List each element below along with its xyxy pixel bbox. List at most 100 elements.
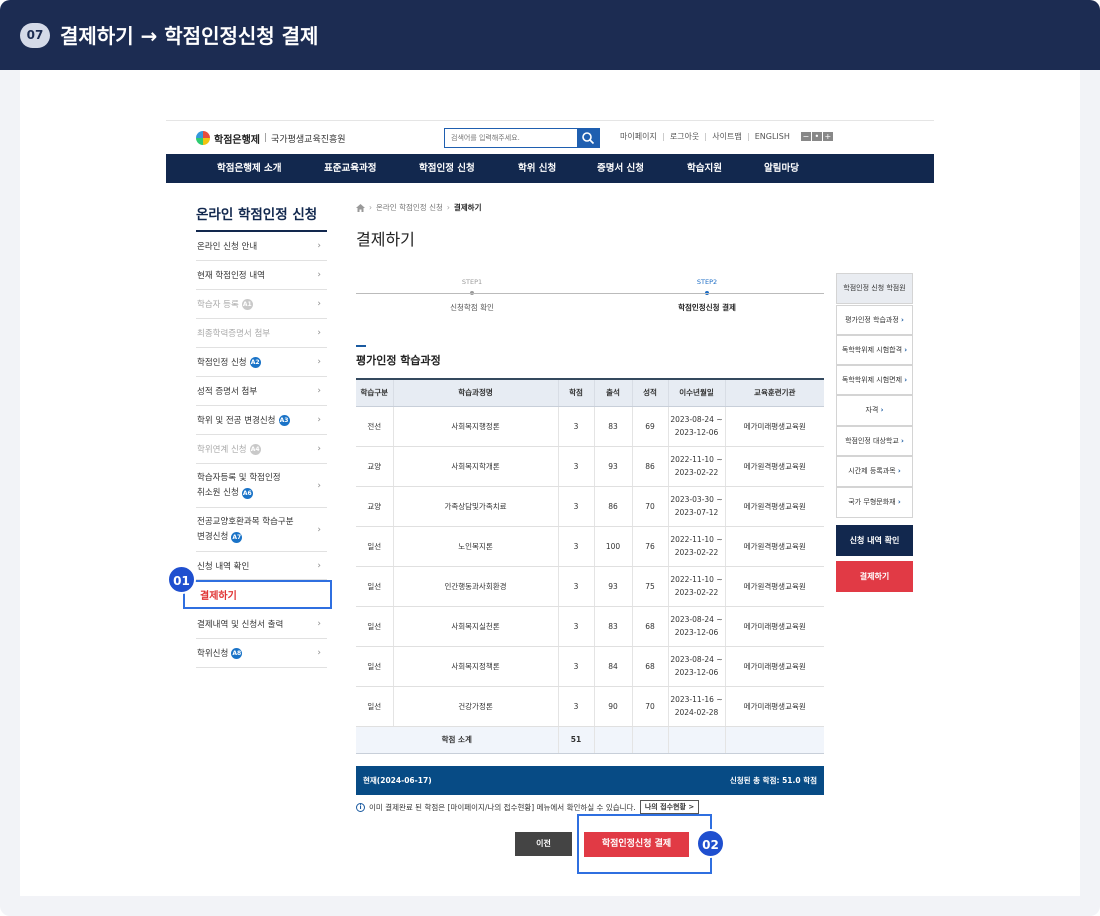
utility-links: 마이페이지 로그아웃 사이트맵 ENGLISH − • + bbox=[614, 131, 833, 142]
quick-menu-item[interactable]: 평가인정 학습과정 › bbox=[836, 305, 913, 335]
cell-period: 2022-11-10 ~ 2023-02-22 bbox=[667, 526, 725, 567]
quick-menu-item[interactable]: 독학학위제 시험합격 › bbox=[836, 335, 913, 365]
cell-category: 교양 bbox=[356, 486, 393, 527]
sidebar-item-label-line2: 취소원 신청 bbox=[197, 487, 239, 498]
sidebar-item[interactable]: 학점인정 신청 A2 › bbox=[196, 348, 327, 377]
callout-marker-02: 02 bbox=[696, 829, 725, 858]
previous-button[interactable]: 이전 bbox=[515, 832, 572, 856]
sidebar-item-badge: A6 bbox=[241, 487, 253, 499]
breadcrumb-item[interactable]: 온라인 학점인정 신청 bbox=[376, 202, 443, 213]
search-input[interactable] bbox=[445, 129, 577, 147]
quick-menu-item[interactable]: 학점인정 대상학교 › bbox=[836, 426, 913, 456]
sidebar-item[interactable]: 학습자등록 및 학점인정 취소원 신청 A6 › bbox=[196, 464, 327, 508]
summary-date: 현재(2024-06-17) bbox=[363, 776, 432, 785]
util-english-link[interactable]: ENGLISH bbox=[749, 132, 796, 141]
quick-menu-item[interactable]: 국가 무형문화재 › bbox=[836, 487, 913, 518]
sidebar-item-label: 학습자 등록 bbox=[197, 300, 239, 310]
sidebar-item-active-label[interactable]: 결제하기 bbox=[200, 587, 237, 602]
chevron-right-icon: › bbox=[317, 480, 321, 491]
cell-attendance: 86 bbox=[593, 486, 632, 527]
nav-item[interactable]: 학위 신청 bbox=[518, 154, 556, 183]
cell-category: 일선 bbox=[356, 566, 393, 607]
sidebar-item[interactable]: 학습자 등록 A1 › bbox=[196, 290, 327, 319]
column-header: 교육훈련기관 bbox=[724, 378, 824, 407]
nav-item[interactable]: 학점인정 신청 bbox=[419, 154, 475, 183]
my-application-status-button[interactable]: 나의 접수현황 > bbox=[639, 800, 700, 814]
breadcrumb: › 온라인 학점인정 신청 › 결제하기 bbox=[356, 202, 481, 213]
chevron-right-icon: › bbox=[901, 437, 904, 445]
cell-attendance: 93 bbox=[593, 566, 632, 607]
table-total-row: 학점 소계 51 bbox=[356, 726, 824, 754]
cell-category: 일선 bbox=[356, 526, 393, 567]
course-table: 학습구분 학습과정명 학점 출석 성적 이수년월일 교육훈련기관 전선 사회복지행… bbox=[356, 378, 824, 754]
sidebar-item[interactable]: 학위연계 신청 A4 › bbox=[196, 435, 327, 464]
nav-item[interactable]: 학습지원 bbox=[687, 154, 722, 183]
nav-item[interactable]: 증명서 신청 bbox=[597, 154, 644, 183]
chevron-right-icon: › bbox=[317, 444, 321, 454]
cell-period: 2023-11-16 ~ 2024-02-28 bbox=[667, 686, 725, 727]
quick-menu-item-label: 시간제 등록과목 bbox=[848, 467, 896, 475]
breadcrumb-separator: › bbox=[369, 203, 372, 212]
quick-menu-item[interactable]: 독학학위제 시험면제 › bbox=[836, 365, 913, 395]
sidebar-item[interactable]: 학위 및 전공 변경신청 A3 › bbox=[196, 406, 327, 435]
sidebar-item[interactable]: 전공교양호환과목 학습구분 변경신청 A7 › bbox=[196, 508, 327, 552]
chevron-right-icon: › bbox=[317, 619, 321, 629]
home-icon[interactable] bbox=[356, 203, 365, 212]
search-icon bbox=[582, 132, 595, 145]
quick-menu-item-label: 국가 무형문화재 bbox=[848, 498, 896, 506]
cell-attendance: 84 bbox=[593, 646, 632, 687]
cell-attendance: 93 bbox=[593, 446, 632, 487]
site-logo[interactable]: 학점은행제 | 국가평생교육진흥원 bbox=[196, 131, 346, 146]
check-application-button[interactable]: 신청 내역 확인 bbox=[836, 525, 913, 556]
period-end: 2023-02-22 bbox=[674, 548, 719, 557]
cell-period: 2023-08-24 ~ 2023-12-06 bbox=[667, 606, 725, 647]
zoom-out-button[interactable]: − bbox=[800, 132, 811, 141]
sidebar-item[interactable]: 성적 증명서 첨부 › bbox=[196, 377, 327, 406]
breadcrumb-current: 결제하기 bbox=[453, 203, 482, 212]
step2-number: STEP2 bbox=[696, 278, 718, 286]
quick-pay-button[interactable]: 결제하기 bbox=[836, 561, 913, 592]
credit-payment-button[interactable]: 학점인정신청 결제 bbox=[584, 832, 689, 857]
period-end: 2023-02-22 bbox=[674, 588, 719, 597]
search-button[interactable] bbox=[577, 129, 599, 147]
nav-item[interactable]: 표준교육과정 bbox=[324, 154, 376, 183]
zoom-in-button[interactable]: + bbox=[822, 132, 833, 141]
quick-menu-item[interactable]: 자격 › bbox=[836, 395, 913, 426]
total-label: 학점 소계 bbox=[356, 726, 558, 754]
period-end: 2023-12-06 bbox=[674, 628, 719, 637]
period-start: 2023-03-30 ~ bbox=[670, 495, 723, 504]
util-logout-link[interactable]: 로그아웃 bbox=[664, 131, 705, 142]
sidebar-item-label: 학습자등록 및 학점인정 취소원 신청 A6 bbox=[197, 471, 281, 501]
column-header: 이수년월일 bbox=[667, 378, 725, 407]
sidebar-item[interactable]: 현재 학점인정 내역 › bbox=[196, 261, 327, 290]
sidebar-item[interactable]: 최종학력증명서 첨부 › bbox=[196, 319, 327, 348]
cell-credit: 3 bbox=[557, 566, 594, 607]
zoom-reset-button[interactable]: • bbox=[811, 132, 822, 141]
quick-menu-item-label: 자격 bbox=[865, 406, 879, 414]
cell-course-name: 노인복지론 bbox=[392, 526, 558, 567]
period-start: 2023-08-24 ~ bbox=[670, 415, 723, 424]
cell-grade: 70 bbox=[631, 686, 668, 727]
nav-item[interactable]: 학점은행제 소개 bbox=[217, 154, 282, 183]
cell-institution: 메가미래평생교육원 bbox=[724, 606, 824, 647]
util-mypage-link[interactable]: 마이페이지 bbox=[614, 131, 663, 142]
sidebar-item[interactable]: 결제내역 및 신청서 출력 › bbox=[196, 610, 327, 639]
cell-credit: 3 bbox=[557, 446, 594, 487]
nav-item[interactable]: 알림마당 bbox=[764, 154, 799, 183]
column-header: 학점 bbox=[557, 378, 594, 407]
quick-menu-item[interactable]: 시간제 등록과목 › bbox=[836, 456, 913, 487]
table-body: 전선 사회복지행정론 3 83 69 2023-08-24 ~2023-12-06 메가미래… bbox=[356, 406, 824, 754]
util-sitemap-link[interactable]: 사이트맵 bbox=[706, 131, 747, 142]
cell-credit: 3 bbox=[557, 646, 594, 687]
cell-institution: 메가미래평생교육원 bbox=[724, 406, 824, 447]
sidebar-item[interactable]: 신청 내역 확인 › bbox=[196, 552, 327, 580]
period-end: 2023-12-06 bbox=[674, 668, 719, 677]
guide-title: 결제하기 → 학점인정신청 결제 bbox=[60, 24, 319, 48]
sidebar-item[interactable]: 학위신청 A8 › bbox=[196, 639, 327, 668]
cell-category: 일선 bbox=[356, 646, 393, 687]
sidebar-item[interactable]: 온라인 신청 안내 › bbox=[196, 232, 327, 261]
cell-course-name: 건강가정론 bbox=[392, 686, 558, 727]
total-empty-cell bbox=[631, 726, 668, 754]
period-end: 2023-02-22 bbox=[674, 468, 719, 477]
cell-grade: 68 bbox=[631, 646, 668, 687]
